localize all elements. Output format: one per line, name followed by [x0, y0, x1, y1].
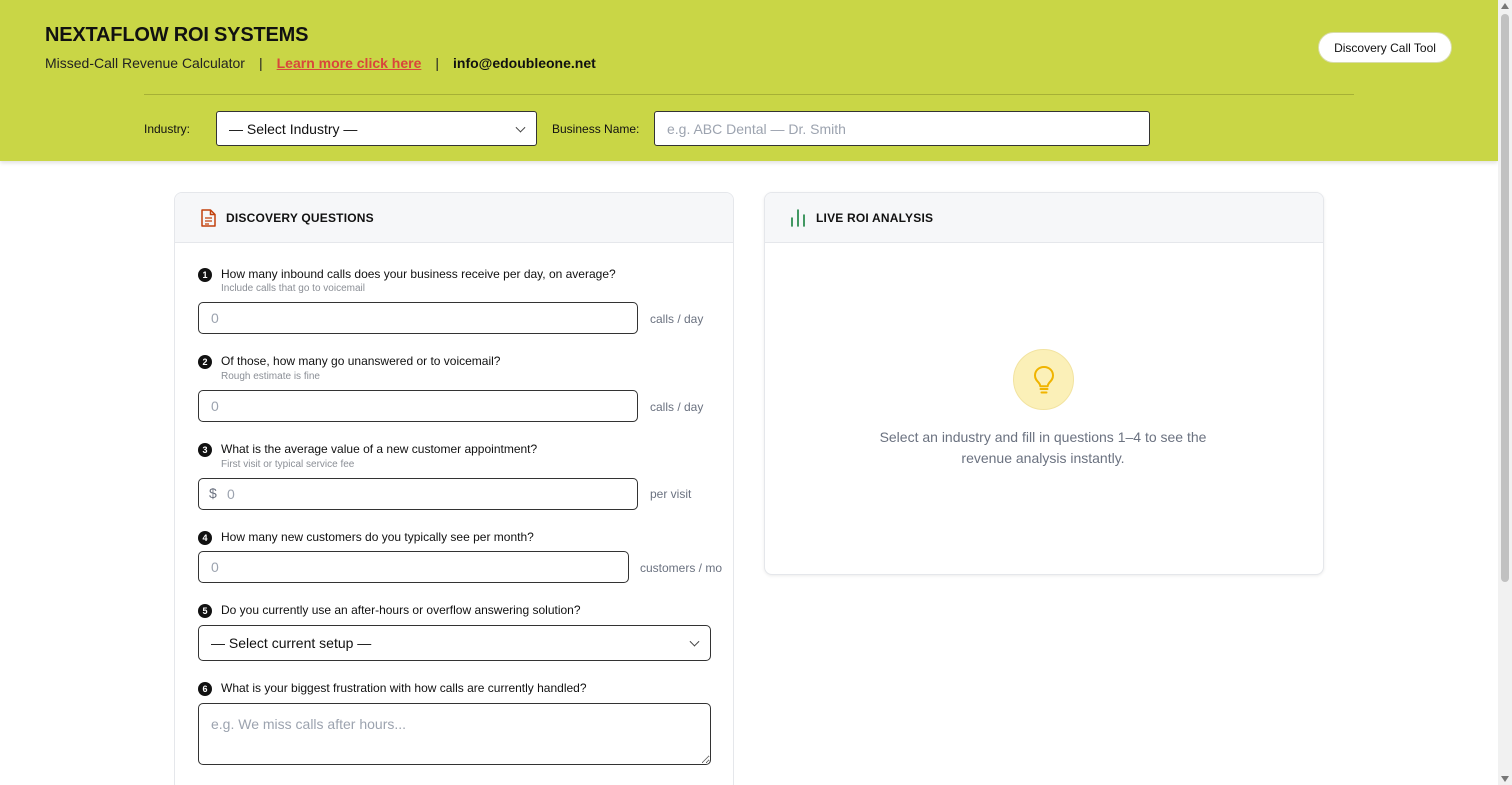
industry-select-value: — Select Industry — [229, 120, 358, 137]
discovery-questions-card: DISCOVERY QUESTIONS 1 How many inbound c… [174, 192, 734, 785]
roi-card-title: LIVE ROI ANALYSIS [816, 210, 934, 225]
question-number: 3 [198, 443, 212, 457]
header-subline: Missed-Call Revenue Calculator | Learn m… [45, 55, 596, 71]
question-hint: First visit or typical service fee [221, 459, 355, 470]
unanswered-calls-input[interactable] [198, 390, 638, 422]
currency-prefix: $ [209, 485, 217, 501]
roi-card-header: LIVE ROI ANALYSIS [765, 193, 1323, 243]
separator: | [435, 55, 440, 71]
new-customers-input[interactable] [198, 551, 629, 583]
scrollbar-thumb[interactable] [1501, 14, 1509, 582]
discovery-card-title: DISCOVERY QUESTIONS [226, 210, 374, 225]
question-text: Do you currently use an after-hours or o… [221, 603, 581, 617]
question-text: Of those, how many go unanswered or to v… [221, 354, 501, 368]
question-number: 5 [198, 604, 212, 618]
roi-empty-message: Select an industry and fill in questions… [879, 429, 1207, 466]
unit-label: calls / day [650, 400, 704, 414]
unit-label: calls / day [650, 312, 704, 326]
bar-chart-icon [789, 208, 807, 227]
question-number: 1 [198, 268, 212, 282]
chevron-down-icon [689, 636, 700, 647]
question-text: How many inbound calls does your busines… [221, 267, 616, 281]
question-hint: Include calls that go to voicemail [221, 283, 365, 294]
contact-email: info@edoubleone.net [453, 55, 596, 71]
question-text: How many new customers do you typically … [221, 530, 534, 544]
chevron-down-icon [515, 122, 526, 133]
subtitle: Missed-Call Revenue Calculator [45, 55, 245, 71]
question-text: What is the average value of a new custo… [221, 442, 538, 456]
question-number: 4 [198, 531, 212, 545]
question-text: What is your biggest frustration with ho… [221, 681, 587, 695]
live-roi-analysis-card: LIVE ROI ANALYSIS Select an industry and… [764, 192, 1324, 575]
brand-title: NEXTAFLOW ROI SYSTEMS [45, 24, 309, 46]
unit-label: customers / mo [640, 561, 723, 575]
business-name-input[interactable] [654, 111, 1150, 146]
current-setup-value: — Select current setup — [211, 635, 372, 651]
inbound-calls-input[interactable] [198, 302, 638, 334]
header-divider [144, 94, 1354, 95]
question-hint: Rough estimate is fine [221, 371, 320, 382]
page-scrollbar[interactable] [1498, 0, 1512, 785]
learn-more-link[interactable]: Learn more click here [277, 55, 422, 71]
separator: | [258, 55, 263, 71]
discovery-call-tool-button[interactable]: Discovery Call Tool [1318, 32, 1452, 63]
unit-label: per visit [650, 487, 692, 501]
question-number: 2 [198, 355, 212, 369]
app-header: NEXTAFLOW ROI SYSTEMS Missed-Call Revenu… [0, 0, 1498, 161]
business-name-label: Business Name: [552, 122, 640, 136]
discovery-card-header: DISCOVERY QUESTIONS [175, 193, 733, 243]
question-number: 6 [198, 682, 212, 696]
frustration-textarea[interactable] [198, 703, 711, 765]
document-icon [199, 208, 217, 227]
appointment-value-input[interactable] [198, 478, 638, 510]
current-setup-select[interactable]: — Select current setup — [198, 625, 711, 661]
industry-label: Industry: [144, 122, 191, 136]
industry-select[interactable]: — Select Industry — [216, 111, 537, 146]
scroll-up-arrow-icon[interactable] [1501, 3, 1509, 9]
scroll-down-arrow-icon[interactable] [1501, 776, 1509, 782]
lightbulb-icon [1013, 349, 1074, 410]
